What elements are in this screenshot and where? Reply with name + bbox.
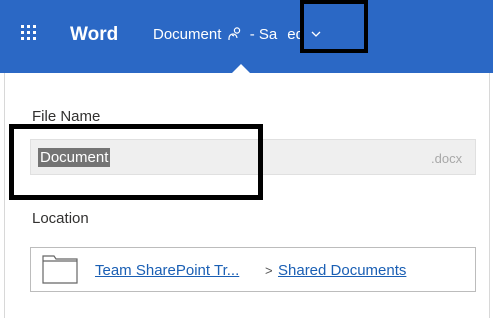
document-title-button[interactable]: Document - Sa ed (153, 25, 321, 45)
save-status-prefix: - Sa (249, 26, 278, 43)
breadcrumb-library-link[interactable]: Shared Documents (278, 262, 406, 280)
breadcrumb-site-link[interactable]: Team SharePoint Tr... (95, 262, 239, 280)
people-icon (227, 27, 240, 40)
folder-icon (42, 255, 78, 284)
highlight-box-save-status (300, 0, 368, 53)
document-title: Document (153, 26, 222, 43)
waffle-icon[interactable] (21, 25, 36, 40)
app-name[interactable]: Word (70, 23, 118, 47)
flyout-caret (232, 64, 250, 73)
highlight-box-file-name (9, 124, 263, 200)
app-header: Word Document - Sa ed (0, 0, 493, 73)
location-label: Location (32, 210, 89, 227)
file-extension: .docx (431, 151, 463, 166)
breadcrumb-separator: > (265, 263, 273, 278)
